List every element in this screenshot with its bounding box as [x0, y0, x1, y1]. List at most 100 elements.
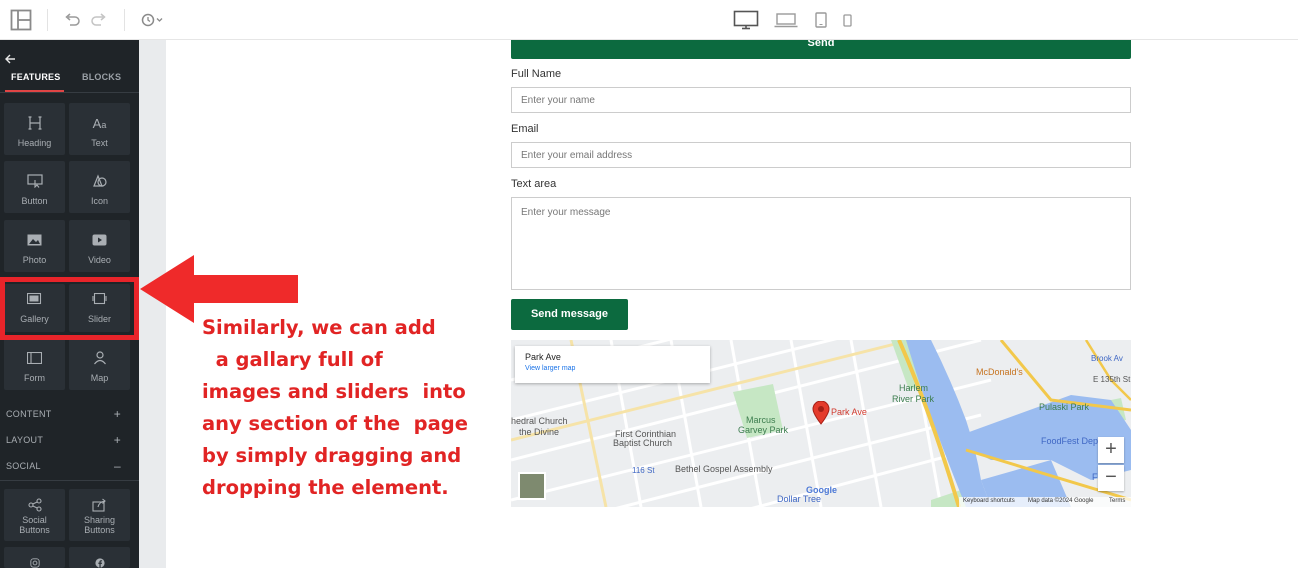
view-larger-map-link[interactable]: View larger map — [525, 365, 700, 372]
tile-video[interactable]: Video — [69, 220, 130, 272]
desktop-icon[interactable] — [733, 8, 759, 32]
map-data-credit: Map data ©2024 Google — [1028, 498, 1094, 504]
history-icon[interactable] — [139, 8, 165, 32]
tile-map[interactable]: Map — [69, 338, 130, 390]
annotation-line: images and sliders into — [202, 380, 466, 403]
pin-label: Park Ave — [831, 407, 867, 417]
terms-link[interactable]: Terms — [1109, 498, 1125, 504]
map-label: hedral Church — [511, 416, 568, 426]
tab-blocks[interactable]: BLOCKS — [82, 72, 121, 82]
collapse-icon: – — [114, 459, 121, 473]
section-layout[interactable]: LAYOUT + — [0, 428, 139, 452]
tile-icon[interactable]: Icon — [69, 161, 130, 213]
google-logo: Google — [806, 485, 837, 495]
share-icon — [4, 497, 65, 513]
tile-social-buttons[interactable]: Social Buttons — [4, 489, 65, 541]
tile-label: Buttons — [19, 525, 50, 535]
video-icon — [69, 229, 130, 251]
text-icon: Aa — [92, 115, 107, 131]
annotation-line: Similarly, we can add — [202, 316, 436, 339]
tile-label: Icon — [90, 196, 108, 206]
zoom-out-button[interactable]: − — [1098, 465, 1124, 491]
tile-heading[interactable]: Heading — [4, 103, 65, 155]
tile-label: Text — [91, 138, 108, 148]
tile-form[interactable]: Form — [4, 338, 65, 390]
map-label: Dollar Tree — [777, 494, 822, 504]
tile-sharing-buttons[interactable]: Sharing Buttons — [69, 489, 130, 541]
divider — [47, 9, 48, 31]
tile-text[interactable]: Aa Text — [69, 103, 130, 155]
instagram-icon — [4, 558, 65, 568]
layout-icon[interactable] — [9, 8, 33, 32]
section-label: SOCIAL — [6, 461, 41, 471]
redo-icon[interactable] — [87, 8, 111, 32]
photo-icon — [4, 229, 65, 251]
tile-label: Map — [90, 373, 109, 383]
tile-label: Heading — [17, 138, 52, 148]
map-label: Baptist Church — [613, 438, 673, 448]
tile-label: Social — [22, 515, 47, 525]
annotation-line: a gallary full of — [202, 348, 383, 371]
keyboard-shortcuts-link[interactable]: Keyboard shortcuts — [963, 498, 1015, 504]
full-name-field[interactable]: Enter your name — [511, 87, 1131, 113]
tile-label: Photo — [22, 255, 47, 265]
map-label: Bethel Gospel Assembly — [675, 464, 773, 474]
tile-photo[interactable]: Photo — [4, 220, 65, 272]
annotation-line: dropping the element. — [202, 476, 449, 499]
shapes-icon — [69, 170, 130, 192]
email-field[interactable]: Enter your email address — [511, 142, 1131, 168]
zoom-in-button[interactable]: + — [1098, 437, 1124, 463]
facebook-icon — [69, 558, 130, 568]
undo-icon[interactable] — [60, 8, 84, 32]
section-label: LAYOUT — [6, 435, 44, 445]
send-button[interactable]: Send — [511, 38, 1131, 59]
divider — [124, 9, 125, 31]
tile-instagram[interactable] — [4, 547, 65, 568]
divider — [0, 480, 139, 481]
arrow-left-icon[interactable] — [5, 51, 16, 69]
tablet-icon[interactable] — [809, 8, 833, 32]
button-icon — [4, 170, 65, 192]
info-title: Park Ave — [525, 352, 561, 362]
annotation-text: Similarly, we can add a gallary full of … — [202, 312, 482, 504]
form-icon — [4, 347, 65, 369]
email-label: Email — [511, 123, 539, 135]
map-label: the Divine — [519, 427, 560, 437]
heading-icon — [4, 112, 65, 134]
map-label: Pulaski Park — [1039, 402, 1090, 412]
tile-button[interactable]: Button — [4, 161, 65, 213]
divider — [0, 92, 139, 93]
map-label: McDonald's — [976, 367, 1023, 377]
message-textarea[interactable]: Enter your message — [511, 197, 1131, 290]
annotation-line: any section of the page — [202, 412, 468, 435]
map-info-box: Park Ave View larger map — [515, 346, 710, 383]
map-pin-icon[interactable] — [812, 401, 830, 425]
textarea-label: Text area — [511, 178, 557, 190]
map-footer: Keyboard shortcuts Map data ©2024 Google… — [959, 497, 1131, 507]
map-label: Harlem — [899, 383, 929, 393]
send-message-button[interactable]: Send message — [511, 299, 628, 330]
mobile-icon[interactable] — [835, 8, 859, 32]
tile-label: Button — [21, 196, 48, 206]
tile-label: Buttons — [84, 525, 115, 535]
share-box-icon — [69, 497, 130, 513]
section-content[interactable]: CONTENT + — [0, 402, 139, 426]
highlight-box — [0, 277, 139, 340]
map-label: E 135th St — [1093, 375, 1131, 384]
map-embed[interactable]: Park Ave Marcus Garvey Park Harlem River… — [511, 340, 1131, 507]
map-label: Marcus — [746, 415, 776, 425]
map-label: Garvey Park — [738, 425, 789, 435]
map-label: River Park — [892, 394, 935, 404]
tab-features[interactable]: FEATURES — [11, 72, 60, 82]
full-name-label: Full Name — [511, 68, 562, 80]
laptop-icon[interactable] — [774, 8, 798, 32]
tile-label: Video — [88, 255, 111, 265]
tile-facebook[interactable] — [69, 547, 130, 568]
tile-label: Sharing — [83, 515, 116, 525]
expand-icon: + — [113, 407, 121, 421]
annotation-line: by simply dragging and — [202, 444, 462, 467]
section-label: CONTENT — [6, 409, 52, 419]
expand-icon: + — [113, 433, 121, 447]
section-social[interactable]: SOCIAL – — [0, 454, 139, 478]
tile-label: Form — [24, 373, 45, 383]
